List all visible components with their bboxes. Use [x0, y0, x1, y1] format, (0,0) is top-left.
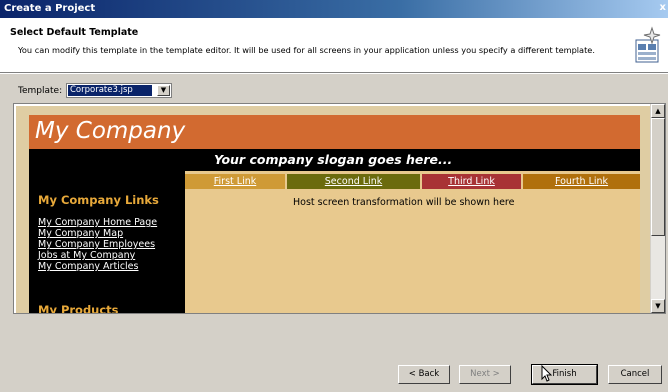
template-select-value[interactable]: Corporate3.jsp: [68, 85, 152, 96]
template-label: Template:: [18, 86, 63, 96]
scroll-down-icon[interactable]: ▼: [651, 299, 665, 313]
preview-banner: My Company: [29, 115, 640, 149]
chevron-down-icon[interactable]: ▼: [157, 85, 170, 96]
nav-link-third[interactable]: Third Link: [422, 174, 521, 189]
scroll-thumb[interactable]: [651, 118, 665, 236]
mouse-pointer-icon: [541, 365, 553, 382]
vertical-scrollbar[interactable]: ▲ ▼: [650, 104, 665, 313]
sidebar-link[interactable]: My Company Articles: [38, 261, 138, 272]
sidebar-link[interactable]: My Company Employees: [38, 239, 155, 250]
sidebar-link[interactable]: Jobs at My Company: [38, 250, 135, 261]
close-icon[interactable]: x: [660, 2, 666, 13]
sidebar-link[interactable]: My Company Home Page: [38, 217, 157, 228]
sidebar-link[interactable]: My Company Map: [38, 228, 123, 239]
back-button[interactable]: < Back: [398, 365, 450, 384]
preview-sidebar: My Company Links My Company Home Page My…: [29, 171, 185, 313]
sidebar-heading: My Company Links: [38, 193, 159, 207]
wizard-header: Select Default Template You can modify t…: [0, 18, 668, 73]
nav-link-first[interactable]: First Link: [185, 174, 285, 189]
header-divider: [0, 73, 668, 74]
page-description: You can modify this template in the temp…: [18, 45, 595, 55]
content-placeholder: Host screen transformation will be shown…: [293, 197, 515, 208]
next-button[interactable]: Next >: [459, 365, 511, 384]
sidebar-heading-2: My Products: [38, 303, 119, 314]
preview-layout: My Company Your company slogan goes here…: [29, 115, 640, 313]
title-bar: Create a Project x: [0, 0, 668, 18]
preview-page: My Company Your company slogan goes here…: [16, 106, 652, 313]
scroll-up-icon[interactable]: ▲: [651, 104, 665, 118]
cancel-button[interactable]: Cancel: [608, 365, 662, 384]
slogan-bar: Your company slogan goes here...: [29, 149, 640, 171]
nav-link-second[interactable]: Second Link: [287, 174, 420, 189]
page-title: Select Default Template: [10, 27, 139, 38]
nav-link-fourth[interactable]: Fourth Link: [523, 174, 640, 189]
template-select[interactable]: Corporate3.jsp ▼: [66, 83, 172, 98]
template-preview: My Company Your company slogan goes here…: [13, 103, 666, 314]
company-name: My Company: [35, 118, 186, 144]
company-slogan: Your company slogan goes here...: [214, 152, 453, 167]
window-title: Create a Project: [4, 3, 96, 14]
wizard-template-icon: [635, 26, 661, 63]
